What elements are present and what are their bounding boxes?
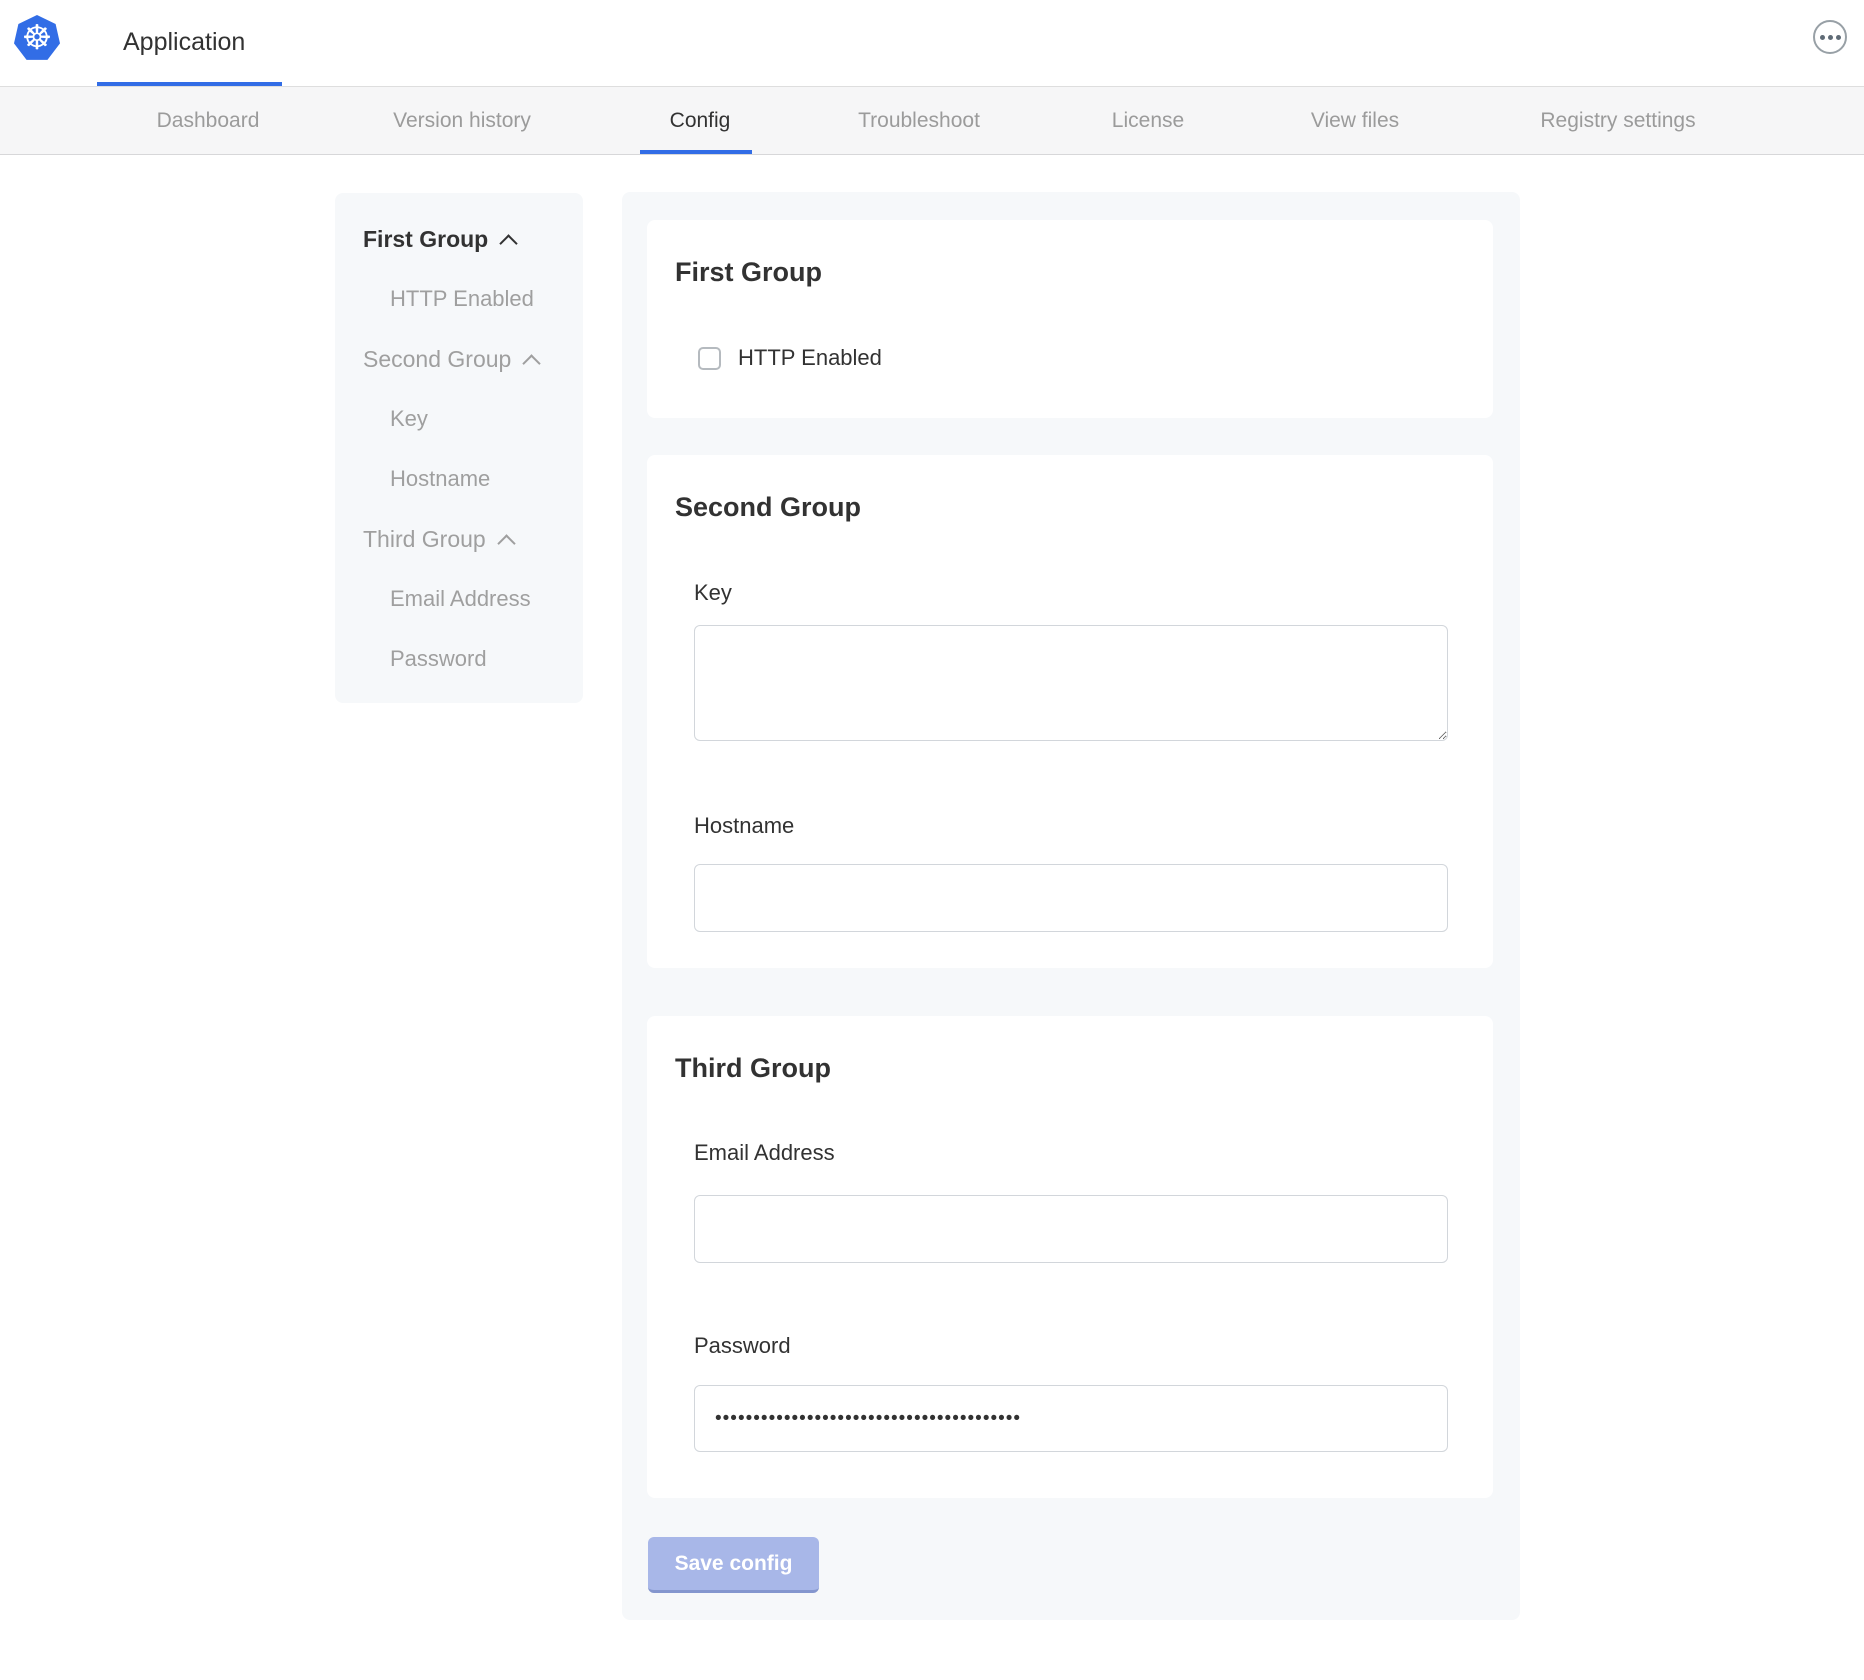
sidebar-item-email-address[interactable]: Email Address [335, 569, 583, 629]
password-input[interactable] [694, 1385, 1448, 1452]
tab-registry-settings[interactable]: Registry settings [1540, 87, 1695, 154]
chevron-up-icon [497, 534, 515, 552]
sidebar-item-label: Hostname [390, 466, 490, 492]
tab-license[interactable]: License [1112, 87, 1184, 154]
tab-dashboard[interactable]: Dashboard [157, 87, 260, 154]
ship-wheel-icon: ☸ [22, 21, 52, 55]
email-address-input[interactable] [694, 1195, 1448, 1263]
config-sidebar: First Group HTTP Enabled Second Group Ke… [335, 193, 583, 703]
dot-icon [1820, 35, 1825, 40]
sidebar-group-label: First Group [363, 226, 488, 253]
dot-icon [1828, 35, 1833, 40]
admin-console-page: ☸ Application Dashboard Version history … [0, 0, 1864, 1680]
sidebar-group-first-group[interactable]: First Group [335, 209, 583, 269]
chevron-up-icon [523, 354, 541, 372]
hostname-input[interactable] [694, 864, 1448, 932]
tab-view-files[interactable]: View files [1311, 87, 1399, 154]
sidebar-item-http-enabled[interactable]: HTTP Enabled [335, 269, 583, 329]
save-config-button[interactable]: Save config [648, 1537, 819, 1593]
active-app-tab-underline [97, 82, 282, 86]
group-title: First Group [675, 257, 822, 288]
config-group-card-third: Third Group Email Address Password [647, 1016, 1493, 1498]
sidebar-item-label: Key [390, 406, 428, 432]
tab-troubleshoot[interactable]: Troubleshoot [858, 87, 980, 154]
active-tab-underline [640, 150, 752, 154]
dot-icon [1836, 35, 1841, 40]
group-title: Second Group [675, 492, 861, 523]
sidebar-item-key[interactable]: Key [335, 389, 583, 449]
group-title: Third Group [675, 1053, 831, 1084]
sidebar-item-label: HTTP Enabled [390, 286, 534, 312]
sidebar-group-label: Second Group [363, 346, 511, 373]
key-label: Key [694, 580, 732, 606]
tab-config[interactable]: Config [670, 87, 731, 154]
sidebar-item-label: Email Address [390, 586, 531, 612]
sidebar-group-second-group[interactable]: Second Group [335, 329, 583, 389]
sidebar-item-password[interactable]: Password [335, 629, 583, 689]
tab-version-history[interactable]: Version history [393, 87, 531, 154]
key-textarea[interactable] [694, 625, 1448, 741]
email-address-label: Email Address [694, 1140, 835, 1166]
sidebar-item-hostname[interactable]: Hostname [335, 449, 583, 509]
top-header: ☸ Application [0, 0, 1864, 87]
http-enabled-field: HTTP Enabled [698, 345, 882, 371]
kubernetes-logo-icon: ☸ [14, 15, 60, 61]
config-group-card-first: First Group HTTP Enabled [647, 220, 1493, 418]
ellipsis-menu-button[interactable] [1813, 20, 1847, 54]
sidebar-group-third-group[interactable]: Third Group [335, 509, 583, 569]
chevron-up-icon [500, 234, 518, 252]
subnav-tab-bar: Dashboard Version history Config Trouble… [0, 87, 1864, 155]
config-group-card-second: Second Group Key Hostname [647, 455, 1493, 968]
sidebar-group-label: Third Group [363, 526, 486, 553]
tab-application[interactable]: Application [123, 0, 245, 84]
config-content-panel: First Group HTTP Enabled Second Group Ke… [622, 192, 1520, 1620]
sidebar-item-label: Password [390, 646, 487, 672]
hostname-label: Hostname [694, 813, 794, 839]
password-label: Password [694, 1333, 791, 1359]
http-enabled-checkbox[interactable] [698, 347, 721, 370]
checkbox-label[interactable]: HTTP Enabled [738, 345, 882, 371]
